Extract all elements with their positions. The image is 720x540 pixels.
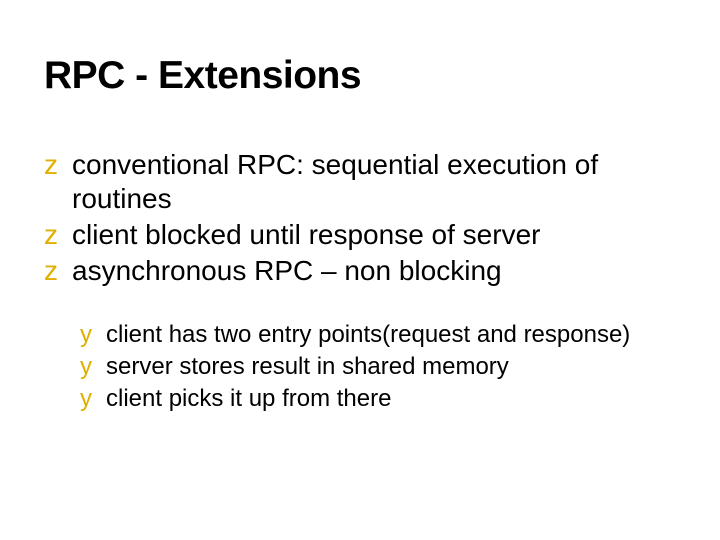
bullet-marker: y (80, 320, 106, 350)
bullet-list-level1: z conventional RPC: sequential execution… (44, 148, 660, 290)
bullet-marker: z (44, 218, 72, 252)
bullet-list-level2: y client has two entry points(request an… (80, 320, 660, 416)
bullet-text: client blocked until response of server (72, 218, 540, 252)
list-item: z conventional RPC: sequential execution… (44, 148, 660, 216)
bullet-marker: z (44, 254, 72, 288)
bullet-text: server stores result in shared memory (106, 352, 509, 382)
bullet-text: conventional RPC: sequential execution o… (72, 148, 660, 216)
bullet-marker: y (80, 384, 106, 414)
bullet-text: asynchronous RPC – non blocking (72, 254, 502, 288)
list-item: y server stores result in shared memory (80, 352, 660, 382)
list-item: z client blocked until response of serve… (44, 218, 660, 252)
list-item: y client picks it up from there (80, 384, 660, 414)
list-item: y client has two entry points(request an… (80, 320, 660, 350)
slide-title: RPC - Extensions (44, 54, 361, 98)
bullet-marker: y (80, 352, 106, 382)
bullet-marker: z (44, 148, 72, 182)
bullet-text: client picks it up from there (106, 384, 391, 414)
list-item: z asynchronous RPC – non blocking (44, 254, 660, 288)
slide: RPC - Extensions z conventional RPC: seq… (0, 0, 720, 540)
bullet-text: client has two entry points(request and … (106, 320, 630, 350)
